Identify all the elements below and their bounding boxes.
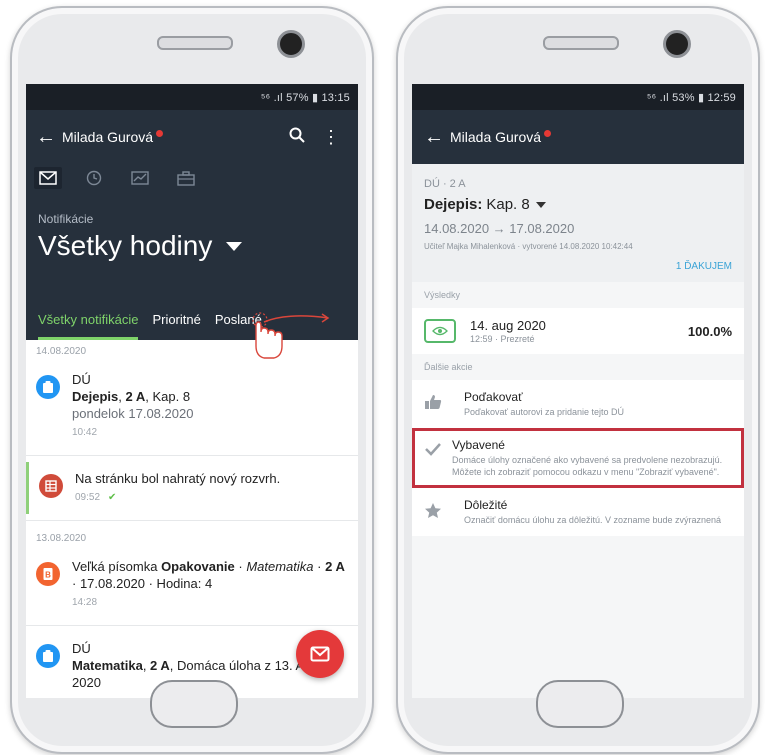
mail-icon[interactable] — [34, 167, 62, 189]
app-bar: ← Milada Gurová ⋮ — [26, 110, 358, 164]
item-title: DÚ — [72, 372, 91, 387]
action-mark-done-button[interactable]: Vybavené Domáce úlohy označené ako vybav… — [412, 428, 744, 488]
subject-topic: Kap. 8 — [486, 196, 530, 213]
user-name[interactable]: Milada Gurová — [62, 129, 280, 145]
timetable-icon — [39, 474, 63, 498]
user-name[interactable]: Milada Gurová — [450, 129, 552, 145]
result-date: 14. aug 2020 — [470, 318, 546, 333]
eye-icon — [424, 319, 456, 343]
status-text: ⁵⁶ .ıl 57% ▮ 13:15 — [260, 91, 350, 104]
back-arrow-icon[interactable]: ← — [36, 126, 62, 149]
action-important-button[interactable]: Dôležité Označiť domácu úlohu za dôležit… — [412, 488, 744, 536]
exam-separator: · — [234, 559, 247, 574]
list-item[interactable]: Na stránku bol nahratý nový rozvrh. 09:5… — [26, 462, 358, 514]
speaker-grille — [157, 36, 233, 50]
exam-class: 2 A — [325, 559, 345, 574]
list-item[interactable]: B Veľká písomka Opakovanie · Matematika … — [26, 550, 358, 619]
item-time: 10:42 — [72, 427, 98, 438]
back-arrow-icon[interactable]: ← — [424, 126, 450, 149]
chart-icon[interactable] — [126, 167, 154, 189]
result-status: 12:59 · Prezreté — [470, 334, 535, 344]
section-label-results: Výsledky — [412, 282, 744, 308]
star-icon — [424, 498, 454, 526]
item-due-date: pondelok 17.08.2020 — [72, 406, 194, 421]
phone-right: ⁵⁶ .ıl 53% ▮ 12:59 ← Milada Gurová DÚ · … — [396, 6, 760, 754]
hero-title: Všetky hodiny — [38, 230, 213, 261]
lesson-filter-dropdown[interactable]: Všetky hodiny — [38, 230, 346, 262]
item-class: 2 A — [150, 658, 170, 673]
exam-topic: Opakovanie — [161, 559, 235, 574]
item-subject: Dejepis — [72, 389, 119, 404]
action-title: Poďakovať — [464, 390, 523, 404]
speaker-grille — [543, 36, 619, 50]
briefcase-icon[interactable] — [172, 167, 200, 189]
compose-fab-button[interactable] — [296, 630, 344, 678]
tab-all-notifications[interactable]: Všetky notifikácie — [38, 312, 139, 340]
thanks-count-link[interactable]: 1 ĎAKUJEM — [424, 261, 732, 272]
result-row[interactable]: 14. aug 2020 12:59 · Prezreté 100.0% — [412, 308, 744, 354]
svg-text:B: B — [45, 571, 51, 580]
mail-icon — [310, 646, 330, 662]
clock-icon[interactable] — [80, 167, 108, 189]
status-bar: ⁵⁶ .ıl 57% ▮ 13:15 — [26, 84, 358, 110]
hero-label: Notifikácie — [38, 212, 94, 226]
right-screen: ⁵⁶ .ıl 53% ▮ 12:59 ← Milada Gurová DÚ · … — [412, 84, 744, 698]
divider — [26, 455, 358, 456]
dropdown-caret-icon — [535, 201, 546, 208]
notification-tabs: Všetky notifikácie Prioritné Poslané — [38, 312, 262, 340]
thumbs-up-icon — [424, 390, 454, 418]
item-subject: Matematika — [72, 658, 143, 673]
section-icon-row — [26, 164, 358, 192]
action-thank-button[interactable]: Poďakovať Poďakovať autorovi za pridanie… — [412, 380, 744, 428]
dropdown-caret-icon — [226, 241, 243, 251]
action-title: Vybavené — [452, 438, 505, 452]
result-value: 100.0% — [687, 323, 732, 339]
exam-icon: B — [36, 562, 60, 586]
search-icon[interactable] — [280, 127, 314, 148]
swipe-gesture-hint-icon — [252, 312, 330, 359]
status-bar: ⁵⁶ .ıl 53% ▮ 12:59 — [412, 84, 744, 110]
front-camera — [663, 30, 691, 58]
notification-dot — [156, 129, 164, 137]
action-title: Dôležité — [464, 498, 508, 512]
divider — [26, 625, 358, 626]
left-screen: ⁵⁶ .ıl 57% ▮ 13:15 ← Milada Gurová ⋮ Not… — [26, 84, 358, 698]
app-bar: ← Milada Gurová — [412, 110, 744, 164]
homework-dates: 14.08.2020 → 17.08.2020 — [424, 221, 575, 236]
divider — [26, 520, 358, 521]
item-time: 14:28 — [72, 597, 98, 608]
homework-kicker: DÚ · 2 A — [424, 178, 466, 190]
teacher-info: Učiteľ Majka Mihalenková · vytvorené 14.… — [424, 242, 633, 251]
more-vert-icon[interactable]: ⋮ — [314, 127, 348, 148]
action-description: Poďakovať autorovi za pridanie tejto DÚ — [464, 407, 624, 417]
homework-header: DÚ · 2 A Dejepis: Kap. 8 14.08.2020 → 17… — [412, 164, 744, 282]
item-detail: , Kap. 8 — [145, 389, 191, 404]
read-check-icon: ✔ — [108, 492, 117, 503]
item-text: Na stránku bol nahratý nový rozvrh. — [75, 471, 281, 486]
homework-icon — [36, 375, 60, 399]
exam-details: · 17.08.2020 · Hodina: 4 — [72, 576, 213, 591]
check-icon — [424, 438, 442, 478]
front-camera — [277, 30, 305, 58]
action-description: Označiť domácu úlohu za dôležitú. V zozn… — [464, 515, 722, 525]
exam-prefix: Veľká písomka — [72, 559, 162, 574]
home-button[interactable] — [150, 680, 238, 728]
subject-name: Dejepis: — [424, 196, 483, 213]
phone-left: ⁵⁶ .ıl 57% ▮ 13:15 ← Milada Gurová ⋮ Not… — [10, 6, 374, 754]
subject-dropdown[interactable]: Dejepis: Kap. 8 — [424, 196, 732, 213]
item-class: 2 A — [125, 389, 146, 404]
item-time: 09:52 — [75, 492, 101, 503]
tab-priority[interactable]: Prioritné — [152, 312, 200, 340]
exam-subject: Matematika — [246, 559, 314, 574]
action-description: Domáce úlohy označené ako vybavené sa pr… — [452, 455, 723, 477]
notification-dot — [544, 129, 552, 137]
section-label-actions: Ďalšie akcie — [412, 354, 744, 380]
date-header: 13.08.2020 — [36, 533, 87, 544]
home-button[interactable] — [536, 680, 624, 728]
list-item[interactable]: DÚ Dejepis, 2 A, Kap. 8 pondelok 17.08.2… — [26, 363, 358, 449]
exam-separator-2: · — [313, 559, 326, 574]
status-text: ⁵⁶ .ıl 53% ▮ 12:59 — [646, 91, 736, 104]
homework-icon — [36, 644, 60, 668]
